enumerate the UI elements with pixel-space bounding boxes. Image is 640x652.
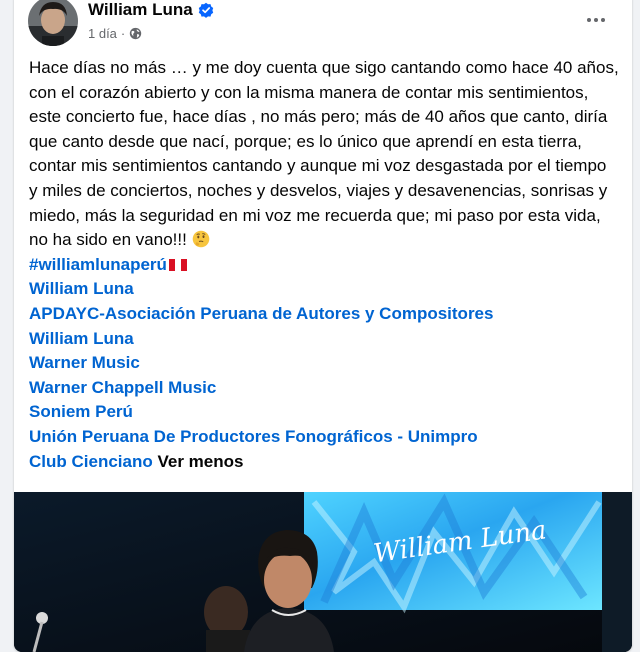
author-name[interactable]: William Luna: [88, 0, 193, 20]
peru-flag-icon: [168, 258, 187, 271]
post-image[interactable]: William Luna: [14, 492, 632, 652]
last-line: Club Cienciano Ver menos: [29, 450, 619, 475]
post-time[interactable]: 1 día: [88, 26, 117, 41]
globe-icon[interactable]: [129, 27, 142, 40]
hashtag-text: #williamlunaperú: [29, 254, 167, 274]
meta-separator: ·: [120, 26, 126, 41]
tag-link[interactable]: Soniem Perú: [29, 400, 619, 425]
tag-link[interactable]: William Luna: [29, 277, 619, 302]
more-options-button[interactable]: [578, 2, 614, 38]
concert-photo: William Luna: [14, 492, 632, 652]
tag-link[interactable]: Club Cienciano: [29, 452, 153, 471]
tag-link[interactable]: Unión Peruana De Productores Fonográfico…: [29, 425, 619, 450]
avatar[interactable]: [28, 0, 78, 46]
post-body: Hace días no más … y me doy cuenta que s…: [29, 56, 619, 474]
hashtag-link[interactable]: #williamlunaperú: [29, 253, 619, 278]
tag-link[interactable]: Warner Music: [29, 351, 619, 376]
post-message: Hace días no más … y me doy cuenta que s…: [29, 58, 619, 250]
post-meta: 1 día ·: [88, 26, 142, 41]
author-row: William Luna: [88, 0, 214, 20]
post-card: William Luna 1 día · Hace días no más … …: [14, 0, 632, 652]
verified-badge-icon: [198, 2, 213, 18]
tag-link[interactable]: Warner Chappell Music: [29, 376, 619, 401]
tag-link[interactable]: APDAYC-Asociación Peruana de Autores y C…: [29, 302, 619, 327]
see-less-link[interactable]: Ver menos: [157, 452, 243, 471]
thinking-face-emoji: [192, 230, 209, 248]
more-options-icon: [587, 18, 591, 22]
post-text: Hace días no más … y me doy cuenta que s…: [29, 56, 619, 253]
post-header: William Luna 1 día ·: [14, 0, 632, 52]
tag-link[interactable]: William Luna: [29, 327, 619, 352]
